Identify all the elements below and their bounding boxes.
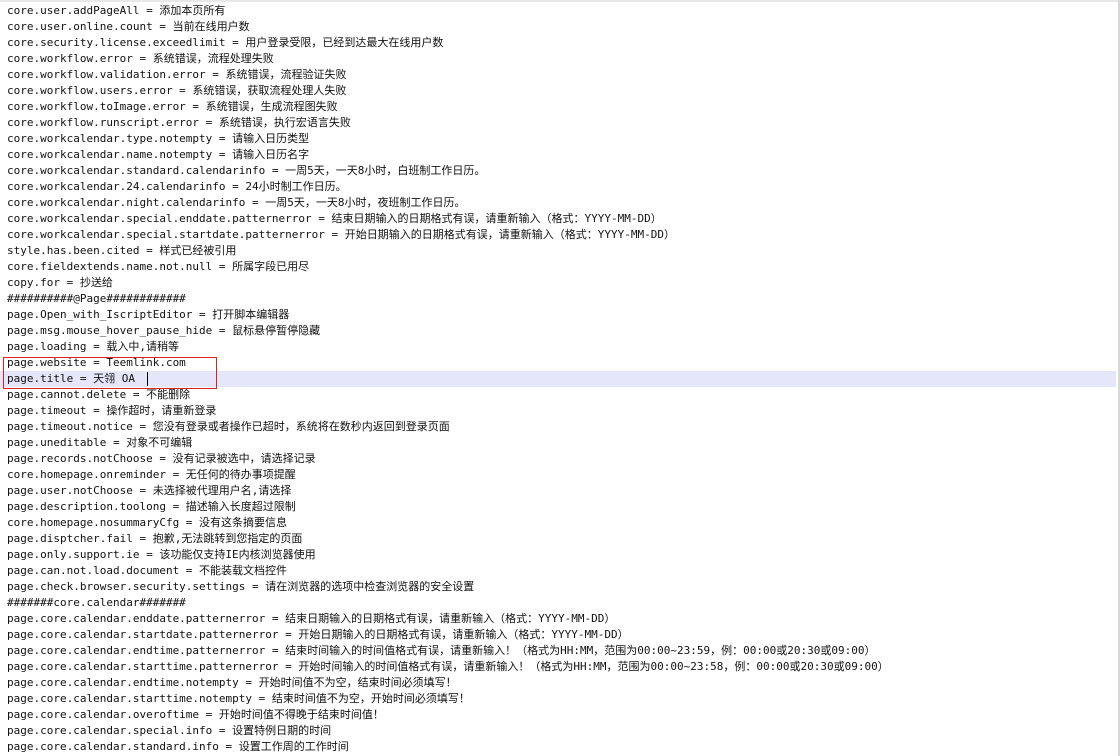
text-line[interactable]: core.security.license.exceedlimit = 用户登录… [0, 35, 1116, 51]
text-line[interactable]: core.workflow.users.error = 系统错误，获取流程处理人… [0, 83, 1116, 99]
text-line[interactable]: #######core.calendar####### [0, 595, 1116, 611]
text-line[interactable]: page.core.calendar.standard.info = 设置工作周… [0, 739, 1116, 755]
text-line[interactable]: page.description.toolong = 描述输入长度超过限制 [0, 499, 1116, 515]
text-line[interactable]: page.records.notChoose = 没有记录被选中，请选择记录 [0, 451, 1116, 467]
text-line[interactable]: page.check.browser.security.settings = 请… [0, 579, 1116, 595]
text-line[interactable]: core.workflow.error = 系统错误，流程处理失败 [0, 51, 1116, 67]
text-line[interactable]: page.Open_with_IscriptEditor = 打开脚本编辑器 [0, 307, 1116, 323]
text-line[interactable]: page.core.calendar.starttime.notempty = … [0, 691, 1116, 707]
text-line[interactable]: core.workcalendar.special.startdate.patt… [0, 227, 1116, 243]
text-line[interactable]: core.workflow.validation.error = 系统错误，流程… [0, 67, 1116, 83]
text-line[interactable]: page.uneditable = 对象不可编辑 [0, 435, 1116, 451]
text-line[interactable]: core.user.online.count = 当前在线用户数 [0, 19, 1116, 35]
text-line[interactable]: page.core.calendar.overoftime = 开始时间值不得晚… [0, 707, 1116, 723]
text-line[interactable]: page.user.notChoose = 未选择被代理用户名,请选择 [0, 483, 1116, 499]
text-line[interactable]: page.core.calendar.endtime.notempty = 开始… [0, 675, 1116, 691]
text-line[interactable]: core.workflow.toImage.error = 系统错误，生成流程图… [0, 99, 1116, 115]
text-line[interactable]: page.core.calendar.special.info = 设置特例日期… [0, 723, 1116, 739]
text-line[interactable]: page.disptcher.fail = 抱歉,无法跳转到您指定的页面 [0, 531, 1116, 547]
text-line[interactable]: core.workcalendar.standard.calendarinfo … [0, 163, 1116, 179]
text-line[interactable]: page.core.calendar.enddate.patternerror … [0, 611, 1116, 627]
text-line[interactable]: core.workcalendar.name.notempty = 请输入日历名… [0, 147, 1116, 163]
editor-top-border [0, 0, 1120, 2]
text-line[interactable]: core.homepage.nosummaryCfg = 没有这条摘要信息 [0, 515, 1116, 531]
text-line[interactable]: page.can.not.load.document = 不能装载文档控件 [0, 563, 1116, 579]
text-line[interactable]: core.homepage.onreminder = 无任何的待办事项提醒 [0, 467, 1116, 483]
text-line[interactable]: core.workcalendar.special.enddate.patter… [0, 211, 1116, 227]
text-line[interactable]: core.user.addPageAll = 添加本页所有 [0, 3, 1116, 19]
text-line[interactable]: page.core.calendar.startdate.patternerro… [0, 627, 1116, 643]
text-line[interactable]: page.msg.mouse_hover_pause_hide = 鼠标悬停暂停… [0, 323, 1116, 339]
text-line[interactable]: core.workcalendar.24.calendarinfo = 24小时… [0, 179, 1116, 195]
text-line[interactable]: page.core.calendar.starttime.patternerro… [0, 659, 1116, 675]
text-lines[interactable]: core.user.addPageAll = 添加本页所有 core.user.o… [0, 3, 1116, 755]
text-line[interactable]: core.workcalendar.type.notempty = 请输入日历类… [0, 131, 1116, 147]
text-line[interactable]: page.cannot.delete = 不能删除 [0, 387, 1116, 403]
text-editor[interactable]: core.user.addPageAll = 添加本页所有 core.user.o… [0, 0, 1120, 756]
text-line[interactable]: page.core.calendar.endtime.patternerror … [0, 643, 1116, 659]
text-line[interactable]: ##########@Page############ [0, 291, 1116, 307]
text-line[interactable]: copy.for = 抄送给 [0, 275, 1116, 291]
text-line[interactable]: page.only.support.ie = 该功能仅支持IE内核浏览器使用 [0, 547, 1116, 563]
text-line[interactable]: page.title = 天翎 OA [0, 371, 1116, 387]
text-line[interactable]: core.workflow.runscript.error = 系统错误，执行宏… [0, 115, 1116, 131]
text-line[interactable]: page.website = Teemlink.com [0, 355, 1116, 371]
text-line[interactable]: core.workcalendar.night.calendarinfo = 一… [0, 195, 1116, 211]
text-line[interactable]: page.timeout = 操作超时，请重新登录 [0, 403, 1116, 419]
text-line[interactable]: core.fieldextends.name.not.null = 所属字段已用… [0, 259, 1116, 275]
text-caret [147, 372, 148, 386]
text-line[interactable]: style.has.been.cited = 样式已经被引用 [0, 243, 1116, 259]
text-line[interactable]: page.loading = 载入中,请稍等 [0, 339, 1116, 355]
text-line[interactable]: page.timeout.notice = 您没有登录或者操作已超时，系统将在数… [0, 419, 1116, 435]
